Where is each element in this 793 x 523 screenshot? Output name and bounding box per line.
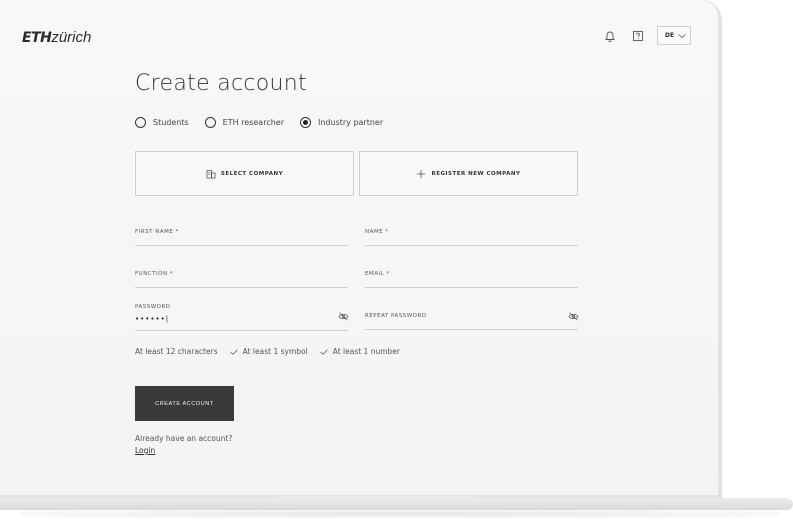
- password-value: ••••••|: [135, 315, 170, 323]
- first-name-label: FIRST NAME *: [135, 229, 179, 235]
- laptop-frame: ETHzürich DE Create account Students ETH…: [0, 0, 722, 499]
- repeat-password-field[interactable]: REPEAT PASSWORD: [365, 313, 578, 330]
- rule-length-text: At least 12 characters: [135, 347, 218, 356]
- radio-label-industry-partner: Industry partner: [318, 118, 384, 127]
- name-field[interactable]: NAME *: [365, 229, 578, 246]
- rule-symbol-text: At least 1 symbol: [242, 347, 308, 356]
- laptop-shadow: [20, 510, 780, 518]
- email-field[interactable]: EMAIL *: [365, 271, 578, 288]
- logo-zurich: zürich: [51, 29, 92, 46]
- password-rules: At least 12 characters At least 1 symbol…: [135, 347, 400, 356]
- function-field[interactable]: FUNCTION *: [135, 271, 348, 288]
- rule-number-text: At least 1 number: [332, 347, 400, 356]
- logo-eth: ETH: [22, 30, 52, 46]
- radio-industry-partner[interactable]: Industry partner: [300, 117, 383, 128]
- radio-label-students: Students: [153, 118, 189, 127]
- password-field[interactable]: PASSWORD ••••••|: [135, 304, 348, 331]
- radio-label-eth-researcher: ETH researcher: [222, 118, 284, 127]
- language-select[interactable]: DE: [657, 26, 691, 45]
- eye-off-icon[interactable]: [568, 312, 579, 321]
- radio-circle-industry-partner: [300, 117, 311, 128]
- select-company-button[interactable]: SELECT COMPANY: [135, 151, 354, 196]
- name-label: NAME *: [365, 229, 389, 235]
- plus-icon: [417, 169, 426, 178]
- rule-symbol: At least 1 symbol: [229, 347, 308, 356]
- screen: ETHzürich DE Create account Students ETH…: [0, 0, 718, 495]
- laptop-notch: [278, 496, 478, 502]
- create-account-button[interactable]: CREATE ACCOUNT: [135, 386, 234, 421]
- rule-number: At least 1 number: [319, 347, 400, 356]
- building-icon: [206, 169, 216, 178]
- radio-circle-students: [135, 117, 146, 128]
- rule-length: At least 12 characters: [135, 347, 218, 356]
- eye-off-icon[interactable]: [338, 312, 349, 321]
- radio-students[interactable]: Students: [135, 117, 189, 128]
- register-company-label: REGISTER NEW COMPANY: [431, 170, 521, 177]
- chevron-down-icon: [678, 33, 686, 38]
- repeat-password-label: REPEAT PASSWORD: [365, 313, 427, 319]
- eth-logo[interactable]: ETHzürich: [22, 29, 91, 46]
- account-type-group: Students ETH researcher Industry partner: [135, 117, 399, 128]
- laptop-base: [0, 496, 793, 523]
- radio-eth-researcher[interactable]: ETH researcher: [204, 117, 284, 128]
- password-label: PASSWORD: [135, 304, 171, 310]
- first-name-field[interactable]: FIRST NAME *: [135, 229, 348, 246]
- check-icon: [229, 348, 238, 355]
- email-label: EMAIL *: [365, 271, 390, 277]
- already-account-text: Already have an account?: [135, 434, 233, 443]
- register-company-button[interactable]: REGISTER NEW COMPANY: [359, 151, 578, 196]
- bell-icon[interactable]: [603, 29, 617, 43]
- language-value: DE: [665, 32, 675, 39]
- select-company-label: SELECT COMPANY: [220, 170, 284, 177]
- help-icon[interactable]: [631, 29, 645, 43]
- radio-circle-eth-researcher: [204, 117, 216, 128]
- login-link[interactable]: Login: [135, 446, 155, 455]
- function-label: FUNCTION *: [135, 271, 174, 277]
- check-icon: [319, 348, 328, 355]
- page-title: Create account: [135, 71, 307, 96]
